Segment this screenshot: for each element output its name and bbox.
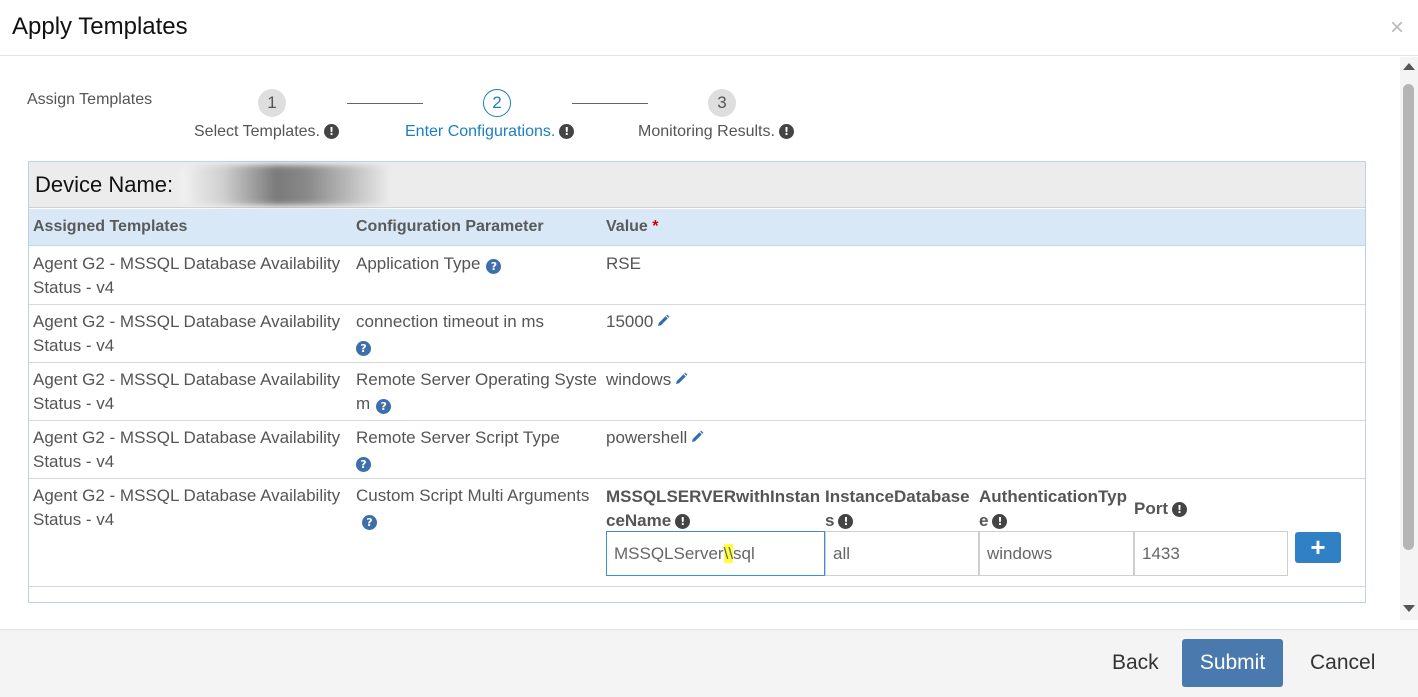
instance-name-input[interactable]: MSSQLServer\\sql: [606, 531, 825, 576]
param-text: connection timeout in ms: [356, 312, 545, 331]
step-2-label: Enter Configurations.!: [405, 123, 575, 141]
info-icon: !: [1172, 502, 1187, 517]
step-connector: [347, 103, 423, 104]
device-panel: Device Name: Assigned Templates Configur…: [28, 161, 1366, 603]
help-icon[interactable]: ?: [376, 399, 392, 414]
param-text: Custom Script Multi Arguments: [356, 486, 590, 505]
table-row: Agent G2 - MSSQL Database Availability S…: [29, 305, 1365, 363]
step-3-label: Monitoring Results.!: [638, 123, 794, 141]
pencil-icon[interactable]: [690, 430, 704, 444]
arg-col-authentication-type: AuthenticationType!: [979, 485, 1131, 533]
assigned-template: Agent G2 - MSSQL Database Availability S…: [33, 486, 341, 529]
step-1-text: Select Templates.: [194, 123, 320, 140]
authentication-type-input[interactable]: windows: [979, 531, 1134, 576]
scroll-down-icon[interactable]: [1403, 605, 1415, 612]
scroll-up-icon[interactable]: [1403, 63, 1415, 70]
add-row-button[interactable]: +: [1295, 532, 1341, 563]
help-icon[interactable]: ?: [356, 341, 371, 356]
config-parameter: Remote Server Script Type?: [356, 426, 601, 474]
pencil-icon[interactable]: [656, 314, 670, 328]
col-assigned-templates: Assigned Templates: [33, 218, 188, 235]
assigned-template: Agent G2 - MSSQL Database Availability S…: [33, 312, 341, 355]
instance-databases-input[interactable]: all: [825, 531, 979, 576]
pencil-icon[interactable]: [674, 372, 688, 386]
required-marker: *: [652, 218, 659, 235]
info-icon: !: [675, 514, 691, 529]
value-text: powershell: [606, 428, 688, 447]
step-connector: [572, 103, 648, 104]
device-header: Device Name:: [29, 162, 1365, 208]
assigned-template: Agent G2 - MSSQL Database Availability S…: [33, 428, 341, 471]
assigned-template: Agent G2 - MSSQL Database Availability S…: [33, 254, 341, 297]
port-input[interactable]: 1433: [1134, 531, 1288, 576]
col-configuration-parameter: Configuration Parameter: [356, 218, 544, 235]
info-icon: !: [778, 124, 794, 139]
value-text: windows: [606, 370, 672, 389]
table-row: Agent G2 - MSSQL Database Availability S…: [29, 421, 1365, 479]
info-icon: !: [559, 124, 575, 139]
highlighted-text: \\: [723, 544, 734, 563]
table-row-multi-arguments: Agent G2 - MSSQL Database Availability S…: [29, 479, 1365, 587]
help-icon[interactable]: ?: [486, 259, 502, 274]
help-icon[interactable]: ?: [356, 457, 371, 472]
value-text: 15000: [606, 312, 654, 331]
col-value-text: Value: [606, 218, 648, 235]
device-name-redacted: [181, 165, 393, 205]
arg-col-text: MSSQLSERVERwithInstanceName: [606, 487, 821, 530]
step-2-text: Enter Configurations.: [405, 123, 556, 140]
info-icon: !: [838, 514, 854, 529]
back-button[interactable]: Back: [1112, 651, 1159, 675]
step-3-text: Monitoring Results.: [638, 123, 775, 140]
config-parameter: Application Type?: [356, 252, 601, 276]
config-value: RSE: [606, 254, 641, 273]
help-icon[interactable]: ?: [362, 515, 377, 530]
step-1-circle: 1: [258, 89, 286, 117]
submit-button[interactable]: Submit: [1182, 639, 1283, 687]
info-icon: !: [324, 124, 339, 139]
scroll-thumb[interactable]: [1403, 84, 1414, 550]
assigned-template: Agent G2 - MSSQL Database Availability S…: [33, 370, 341, 413]
config-parameter: Remote Server Operating System?: [356, 368, 601, 416]
arg-col-instance-name: MSSQLSERVERwithInstanceName!: [606, 485, 824, 533]
dialog-header: Apply Templates ×: [0, 0, 1418, 56]
input-text: MSSQLServer: [614, 544, 724, 563]
step-2-circle: 2: [483, 89, 511, 117]
table-row: Agent G2 - MSSQL Database Availability S…: [29, 363, 1365, 421]
assign-templates-label: Assign Templates: [27, 91, 153, 108]
cancel-button[interactable]: Cancel: [1310, 651, 1375, 675]
config-value: 15000: [606, 310, 670, 334]
config-value: windows: [606, 368, 688, 392]
dialog-body: Assign Templates 1 Select Templates.! 2 …: [0, 57, 1418, 628]
config-parameter: Custom Script Multi Arguments?: [356, 484, 601, 532]
scrollbar[interactable]: [1400, 57, 1418, 620]
close-icon[interactable]: ×: [1390, 16, 1404, 40]
info-icon: !: [992, 514, 1008, 529]
col-value: Value *: [606, 218, 659, 236]
param-text: Application Type: [356, 254, 481, 273]
input-text: sql: [733, 544, 755, 563]
step-1-label: Select Templates.!: [194, 123, 339, 141]
arg-col-instance-databases: InstanceDatabases!: [825, 485, 977, 533]
arg-col-text: Port: [1134, 499, 1168, 518]
arg-col-port: Port!: [1134, 497, 1288, 521]
param-text: Remote Server Operating System: [356, 370, 597, 413]
param-text: Remote Server Script Type: [356, 428, 560, 447]
dialog-footer: Back Submit Cancel: [0, 629, 1418, 697]
config-value: powershell: [606, 426, 704, 450]
config-parameter: connection timeout in ms?: [356, 310, 601, 358]
dialog-title: Apply Templates: [12, 13, 188, 40]
table-header: Assigned Templates Configuration Paramet…: [29, 209, 1365, 246]
table-row: Agent G2 - MSSQL Database Availability S…: [29, 247, 1365, 305]
device-name-label: Device Name:: [35, 172, 174, 197]
step-3-circle: 3: [708, 89, 736, 117]
